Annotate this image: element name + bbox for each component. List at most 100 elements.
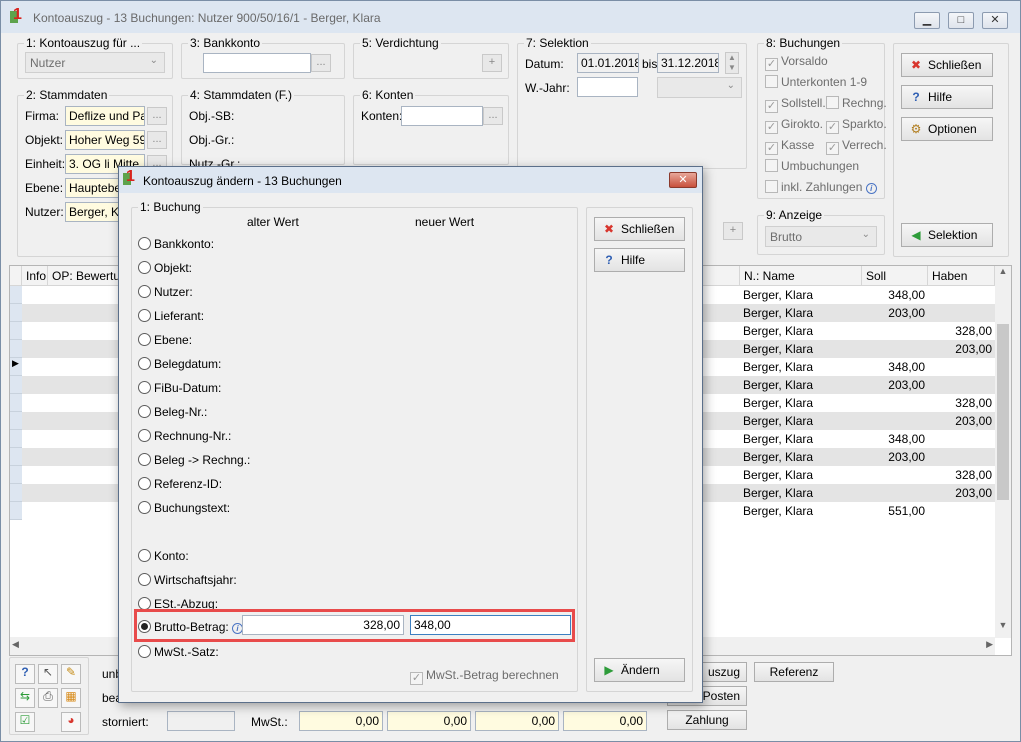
scroll-down-icon[interactable]: ▼ bbox=[995, 620, 1011, 638]
column-header-haben[interactable]: Haben bbox=[928, 266, 995, 286]
field-radio[interactable]: Rechnung-Nr.: bbox=[138, 429, 231, 443]
bankkonto-browse-button[interactable]: ... bbox=[311, 54, 331, 72]
group-title: 2: Stammdaten bbox=[24, 88, 110, 102]
field-radio[interactable]: Nutzer: bbox=[138, 285, 193, 299]
button-label: Schließen bbox=[621, 222, 675, 236]
row-marker[interactable] bbox=[10, 466, 22, 484]
bankkonto-field[interactable] bbox=[203, 53, 311, 73]
anzeige-select[interactable]: Brutto ⌄ bbox=[765, 226, 877, 247]
umbuchungen-checkbox[interactable]: Umbuchungen bbox=[765, 159, 859, 173]
row-marker[interactable] bbox=[10, 304, 22, 322]
radio-icon bbox=[138, 237, 151, 250]
row-marker[interactable] bbox=[10, 430, 22, 448]
column-header-name[interactable]: N.: Name bbox=[740, 266, 862, 286]
wjahr-field[interactable] bbox=[577, 77, 638, 97]
field-radio[interactable]: Beleg-Nr.: bbox=[138, 405, 207, 419]
checkmark-icon[interactable]: ☑ bbox=[15, 712, 35, 732]
verrech-checkbox[interactable]: ✓ Verrech. bbox=[826, 138, 887, 155]
close-window-button[interactable]: ✕ bbox=[982, 12, 1008, 29]
brutto-betrag-radio[interactable]: Brutto-Betrag: i bbox=[138, 620, 244, 634]
pencil-icon[interactable]: ✎ bbox=[61, 664, 81, 684]
vertical-scrollbar[interactable]: ▲ ▼ bbox=[995, 266, 1011, 638]
brutto-new-value-input[interactable]: 348,00 bbox=[410, 615, 571, 635]
field-radio[interactable]: Ebene: bbox=[138, 333, 192, 347]
datum-to-field[interactable]: 31.12.2018 bbox=[657, 53, 719, 73]
dialog-aendern-button[interactable]: ▶ Ändern bbox=[594, 658, 685, 682]
objekt-field[interactable]: Hoher Weg 59 : bbox=[65, 130, 145, 150]
minimize-button[interactable]: ▁ bbox=[914, 12, 940, 29]
wjahr-select[interactable]: ⌄ bbox=[657, 77, 742, 98]
table-icon[interactable]: ▦ bbox=[61, 688, 81, 708]
field-radio[interactable]: FiBu-Datum: bbox=[138, 381, 221, 395]
row-marker[interactable] bbox=[10, 502, 22, 520]
kasse-checkbox[interactable]: ✓ Kasse bbox=[765, 138, 814, 155]
column-header-info[interactable]: Info bbox=[22, 266, 48, 286]
row-marker[interactable] bbox=[10, 376, 22, 394]
field-radio[interactable]: Lieferant: bbox=[138, 309, 204, 323]
current-row-marker-icon[interactable]: ▶ bbox=[10, 358, 22, 376]
vorsaldo-checkbox[interactable]: ✓ Vorsaldo bbox=[765, 54, 828, 71]
datum-from-field[interactable]: 01.01.2018 bbox=[577, 53, 639, 73]
chevron-down-icon: ⌄ bbox=[726, 80, 735, 91]
dialog-hilfe-button[interactable]: ? Hilfe bbox=[594, 248, 685, 272]
zahlung-button[interactable]: Zahlung bbox=[667, 710, 747, 730]
mwst-berechnen-checkbox[interactable]: ✓ MwSt.-Betrag berechnen bbox=[410, 668, 559, 685]
dialog-close-button[interactable]: ✕ bbox=[669, 172, 697, 188]
help-icon[interactable]: ? bbox=[15, 664, 35, 684]
optionen-button[interactable]: ⚙ Optionen bbox=[901, 117, 993, 141]
field-radio[interactable]: Belegdatum: bbox=[138, 357, 221, 371]
info-icon[interactable]: i bbox=[865, 183, 877, 194]
kontoauszug-fuer-select[interactable]: Nutzer ⌄ bbox=[25, 52, 165, 73]
field-radio[interactable]: Bankkonto: bbox=[138, 237, 214, 251]
unterkonten-checkbox[interactable]: Unterkonten 1-9 bbox=[765, 75, 867, 89]
inkl-zahlungen-checkbox[interactable]: inkl. Zahlungen i bbox=[765, 180, 877, 194]
firma-field[interactable]: Deflize und Part bbox=[65, 106, 145, 126]
row-marker[interactable] bbox=[10, 412, 22, 430]
field-radio[interactable]: Beleg -> Rechng.: bbox=[138, 453, 250, 467]
mwst-satz-radio[interactable]: MwSt.-Satz: bbox=[138, 645, 219, 659]
konten-browse-button[interactable]: ... bbox=[483, 107, 503, 125]
field-radio[interactable]: Objekt: bbox=[138, 261, 192, 275]
dialog-schliessen-button[interactable]: ✖ Schließen bbox=[594, 217, 685, 241]
scroll-left-icon[interactable]: ◀ bbox=[12, 639, 19, 650]
firma-browse-button[interactable]: ... bbox=[147, 107, 167, 125]
cursor-icon[interactable]: ↖ bbox=[38, 664, 58, 684]
field-radio-label: Wirtschaftsjahr: bbox=[154, 573, 237, 587]
column-header-op[interactable]: OP: Bewertung bbox=[48, 266, 133, 286]
pie-chart-icon[interactable]: ◕ bbox=[61, 712, 81, 732]
verdichtung-add-button[interactable]: + bbox=[482, 54, 502, 72]
row-marker[interactable] bbox=[10, 484, 22, 502]
column-header-soll[interactable]: Soll bbox=[862, 266, 928, 286]
field-radio[interactable]: Referenz-ID: bbox=[138, 477, 222, 491]
selektion-button[interactable]: ◀ Selektion bbox=[901, 223, 993, 247]
row-marker[interactable] bbox=[10, 394, 22, 412]
row-marker[interactable] bbox=[10, 322, 22, 340]
field-radio[interactable]: Konto: bbox=[138, 549, 189, 563]
scroll-right-icon[interactable]: ▶ bbox=[986, 639, 993, 650]
row-marker[interactable] bbox=[10, 448, 22, 466]
row-marker[interactable] bbox=[10, 340, 22, 358]
maximize-button[interactable]: □ bbox=[948, 12, 974, 29]
field-radio[interactable]: Buchungstext: bbox=[138, 501, 230, 515]
check-icon: ✓ bbox=[826, 121, 839, 134]
sparkto-checkbox[interactable]: ✓ Sparkto. bbox=[826, 117, 887, 134]
objekt-browse-button[interactable]: ... bbox=[147, 131, 167, 149]
cell-haben: 203,00 bbox=[955, 486, 992, 500]
schliessen-button[interactable]: ✖ Schließen bbox=[901, 53, 993, 77]
hilfe-button[interactable]: ? Hilfe bbox=[901, 85, 993, 109]
refresh-icon[interactable]: ⇆ bbox=[15, 688, 35, 708]
cell-haben: 328,00 bbox=[955, 396, 992, 410]
scrollbar-thumb[interactable] bbox=[997, 324, 1009, 500]
print-icon[interactable]: ⎙ bbox=[38, 688, 58, 708]
scroll-up-icon[interactable]: ▲ bbox=[995, 266, 1011, 284]
referenz-button[interactable]: Referenz bbox=[754, 662, 834, 682]
rechng-checkbox[interactable]: Rechng. bbox=[826, 96, 887, 110]
add-button[interactable]: + bbox=[723, 222, 743, 240]
date-spinner[interactable]: ▲ ▼ bbox=[725, 52, 739, 74]
field-radio[interactable]: Wirtschaftsjahr: bbox=[138, 573, 237, 587]
konten-field[interactable] bbox=[401, 106, 483, 126]
sollstell-checkbox[interactable]: ✓ Sollstell. bbox=[765, 96, 826, 113]
row-marker[interactable] bbox=[10, 286, 22, 304]
bis-label: bis bbox=[642, 57, 658, 71]
girokto-checkbox[interactable]: ✓ Girokto. bbox=[765, 117, 823, 134]
